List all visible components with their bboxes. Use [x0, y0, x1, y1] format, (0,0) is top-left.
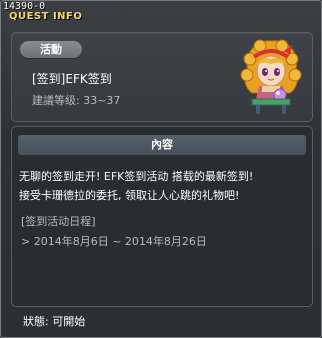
description-line: 无聊的签到走开! EFK签到活动 搭载的最新签到!: [19, 170, 254, 183]
quest-name: [签到]EFK签到: [32, 72, 112, 86]
quest-status: 狀態: 可開始: [23, 315, 86, 328]
npc-portrait-icon: [240, 39, 302, 114]
schedule-date-range: > 2014年8月6日 ~ 2014年8月26日: [21, 235, 207, 248]
status-badge: 活動: [20, 41, 82, 58]
description-line: 接受卡珊德拉的委托, 领取让人心跳的礼物吧!: [19, 189, 240, 202]
window-title: QUEST INFO: [9, 11, 83, 22]
content-section-title: 內容: [18, 135, 306, 155]
recommended-level: 建議等级: 33~37: [32, 94, 121, 107]
schedule-label: [签到活动日程]: [21, 215, 96, 228]
quest-header-panel: 活動 [签到]EFK签到 建議等级: 33~37: [11, 32, 313, 122]
quest-info-window: 14390-0 QUEST INFO 活動 [签到]EFK签到 建議等级: 33…: [0, 0, 322, 338]
